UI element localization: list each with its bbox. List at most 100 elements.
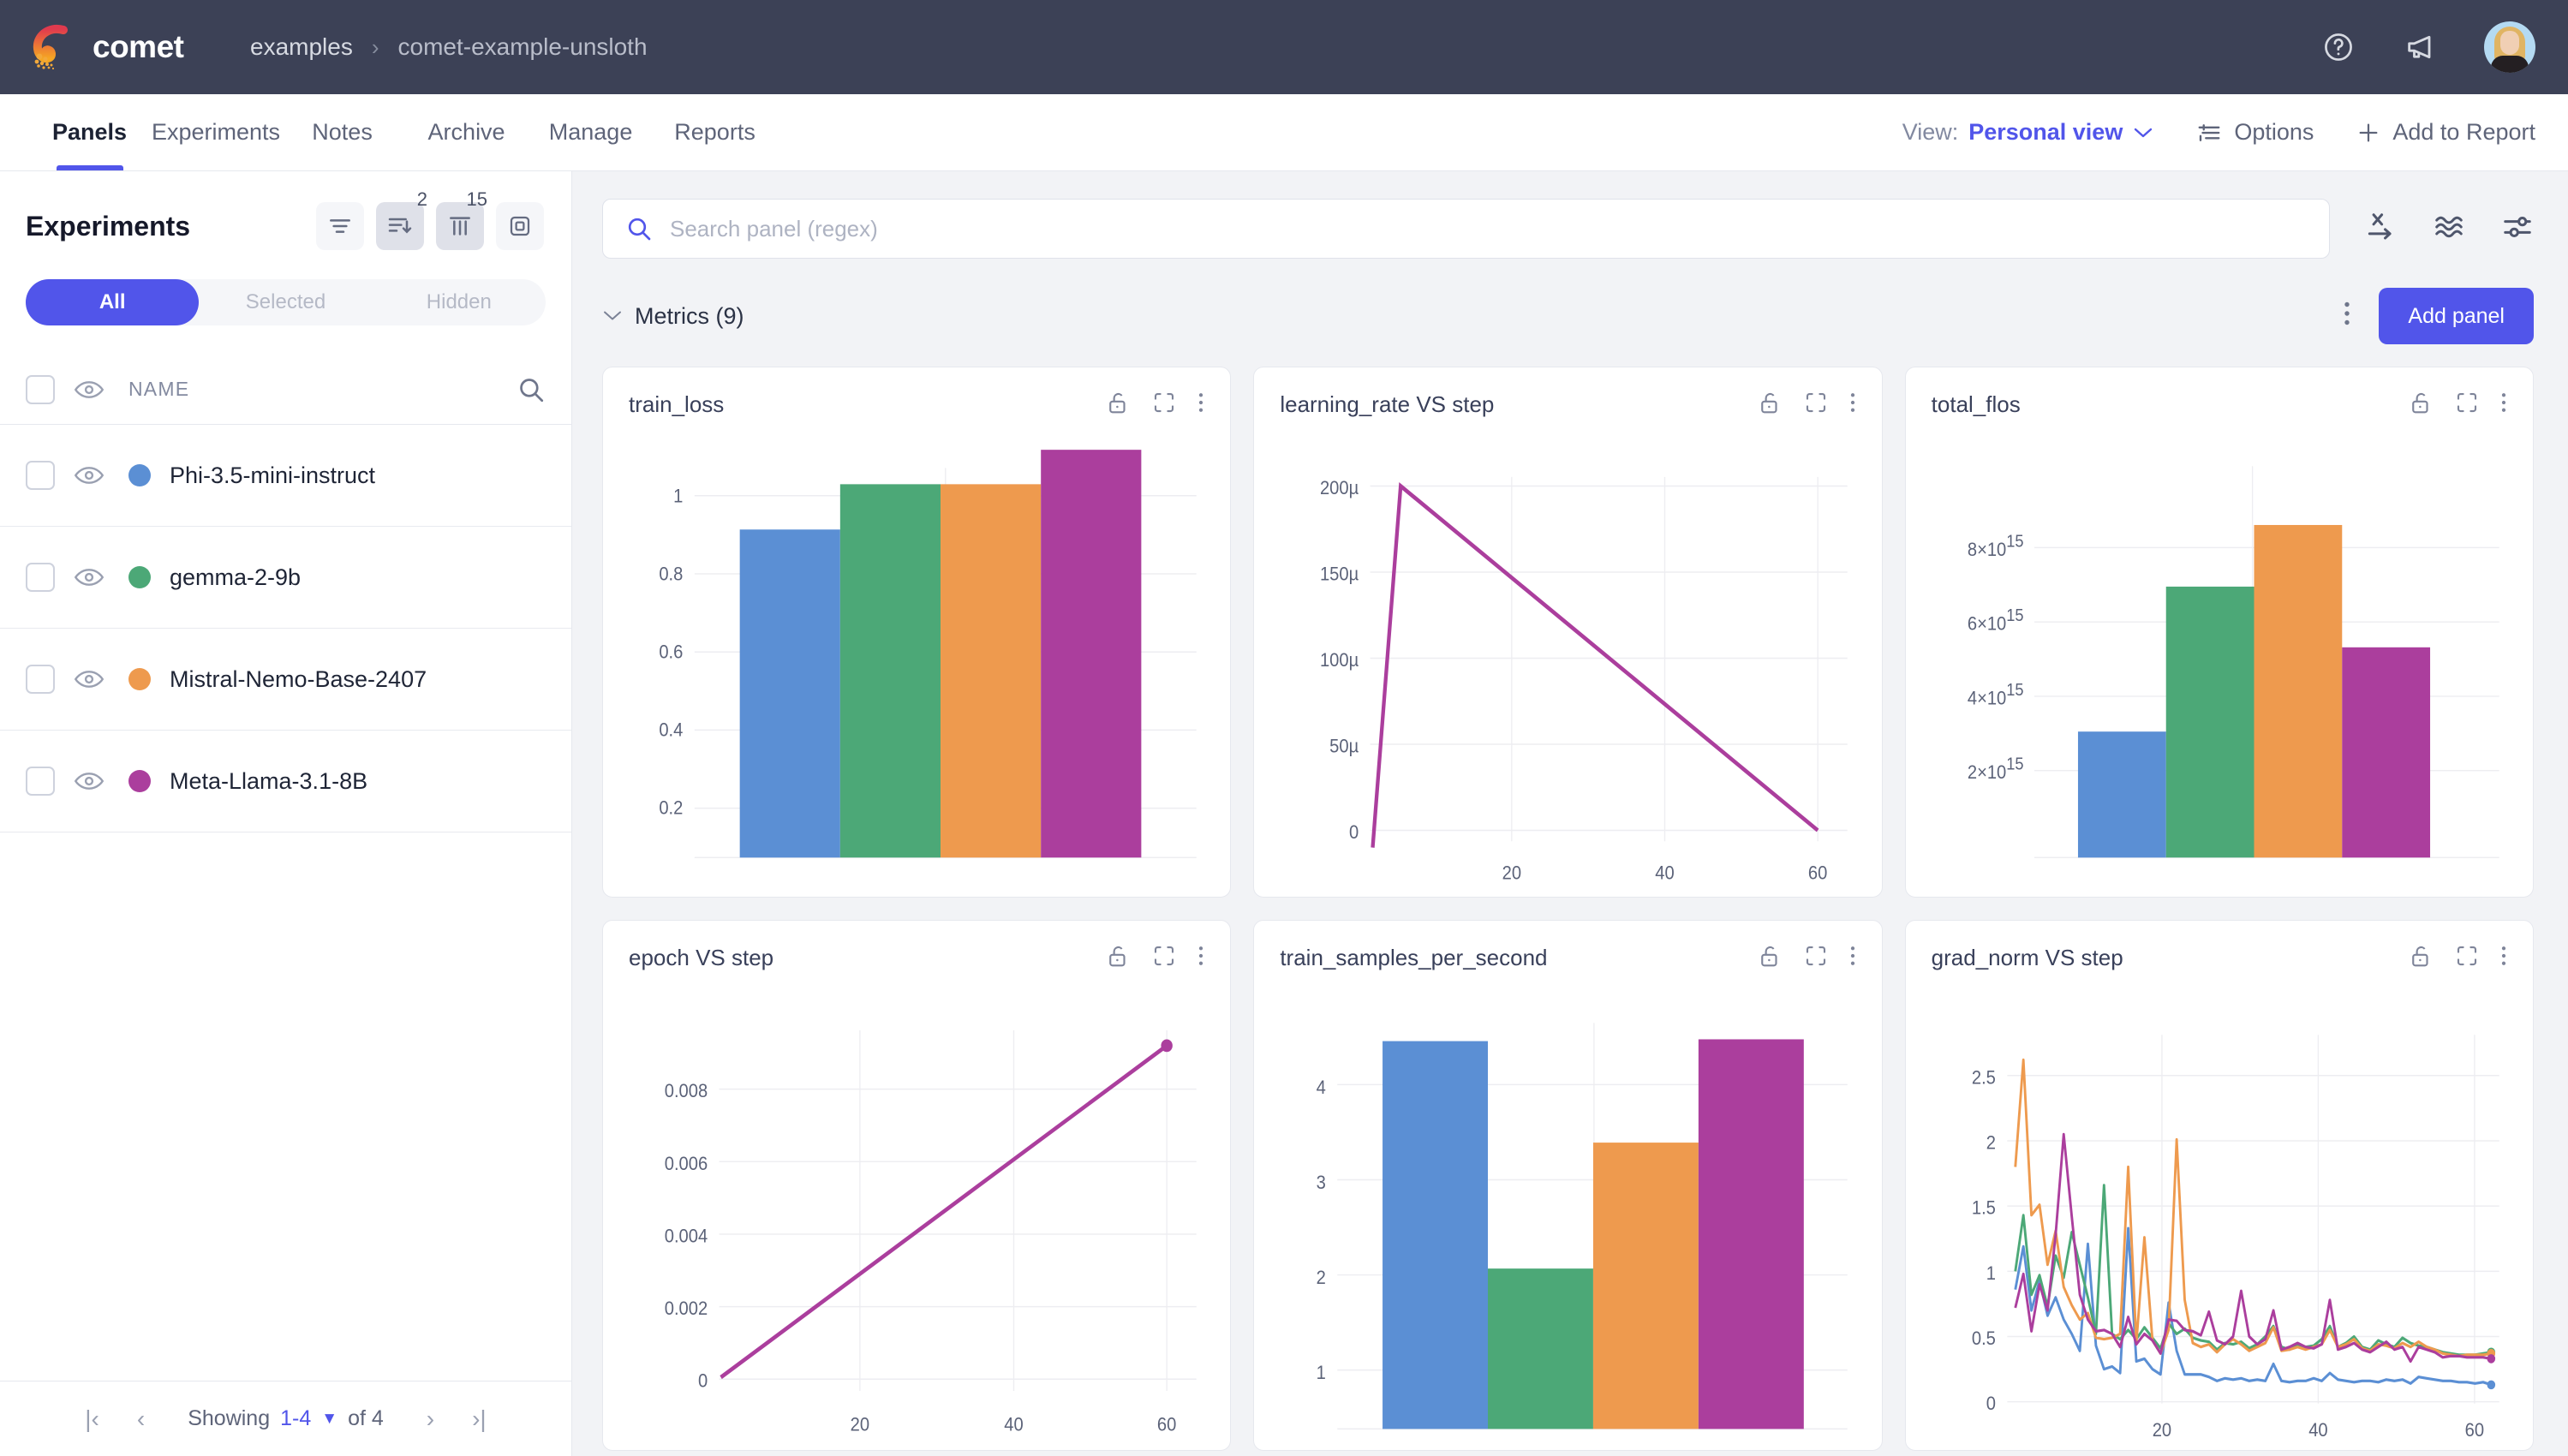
chevron-down-icon[interactable] (602, 305, 623, 327)
chart-grad-norm[interactable]: 2.5 2 1.5 1 0.5 0 20 40 60 (1932, 985, 2507, 1438)
megaphone-icon[interactable] (2402, 28, 2440, 66)
chart-epoch[interactable]: 0.008 0.006 0.004 0.002 0 20 40 60 (629, 985, 1204, 1438)
view-selector[interactable]: View: Personal view (1902, 119, 2154, 146)
column-header-name: NAME (128, 378, 189, 401)
y-axis-labels: 1 0.8 0.6 0.4 0.2 (659, 486, 683, 819)
experiment-name[interactable]: Phi-3.5-mini-instruct (170, 462, 375, 489)
eye-icon[interactable] (74, 379, 110, 400)
last-page-button[interactable]: ›| (453, 1405, 505, 1433)
tab-panels[interactable]: Panels (27, 94, 152, 170)
experiment-color-dot (128, 464, 151, 486)
comet-logo[interactable]: comet (29, 22, 200, 72)
x-axis-icon[interactable] (2364, 211, 2397, 248)
svg-text:0.006: 0.006 (665, 1154, 708, 1174)
sort-icon[interactable]: 2 (376, 202, 424, 250)
kebab-menu-icon[interactable] (1197, 390, 1204, 420)
panel-header: learning_rate VS step (1280, 390, 1855, 420)
columns-icon[interactable]: 15 (436, 202, 484, 250)
panel-icons (2408, 943, 2507, 973)
svg-text:2.5: 2.5 (1972, 1067, 1996, 1088)
panel-title: train_loss (629, 391, 724, 418)
expand-icon[interactable] (1803, 390, 1829, 420)
chart-total-flos[interactable]: 8×1015 6×1015 4×1015 2×1015 (1932, 432, 2507, 885)
options-button[interactable]: Options (2196, 119, 2314, 146)
panel-icons (1105, 943, 1204, 973)
lock-open-icon[interactable] (1105, 390, 1131, 420)
kebab-menu-icon[interactable] (2500, 943, 2507, 973)
add-to-report-button[interactable]: Add to Report (2356, 119, 2535, 146)
svg-text:3: 3 (1317, 1173, 1326, 1193)
lock-open-icon[interactable] (2408, 390, 2434, 420)
eye-icon[interactable] (74, 771, 110, 791)
filter-icon[interactable] (316, 202, 364, 250)
y-axis-labels: 8×1015 6×1015 4×1015 2×1015 (1968, 533, 2024, 784)
lock-open-icon[interactable] (1757, 390, 1783, 420)
expand-icon[interactable] (1151, 943, 1177, 973)
columns-badge: 15 (467, 188, 487, 211)
tab-panels-label: Panels (52, 119, 127, 146)
chart-train-samples-per-second[interactable]: 4 3 2 1 (1280, 985, 1855, 1438)
eye-icon[interactable] (74, 465, 110, 486)
experiment-name[interactable]: Meta-Llama-3.1-8B (170, 768, 367, 795)
first-page-button[interactable]: |‹ (66, 1405, 118, 1433)
experiment-name[interactable]: Mistral-Nemo-Base-2407 (170, 666, 427, 693)
panel-title: train_samples_per_second (1280, 945, 1547, 971)
kebab-menu-icon[interactable] (2500, 390, 2507, 420)
lock-open-icon[interactable] (1105, 943, 1131, 973)
row-checkbox[interactable] (26, 563, 55, 592)
chart-learning-rate[interactable]: 200µ 150µ 100µ 50µ 0 20 40 60 (1280, 432, 1855, 885)
experiment-row[interactable]: Mistral-Nemo-Base-2407 (0, 629, 571, 731)
series-epoch-endpoint (1161, 1039, 1172, 1052)
sidebar-search-icon[interactable] (517, 375, 546, 404)
group-icon[interactable] (496, 202, 544, 250)
panel-title: learning_rate VS step (1280, 391, 1494, 418)
caret-down-icon[interactable]: ▼ (321, 1410, 337, 1429)
lock-open-icon[interactable] (1757, 943, 1783, 973)
settings-sliders-icon[interactable] (2501, 211, 2534, 248)
experiment-name[interactable]: gemma-2-9b (170, 564, 301, 591)
expand-icon[interactable] (2454, 390, 2480, 420)
tab-experiments[interactable]: Experiments (152, 94, 280, 170)
eye-icon[interactable] (74, 567, 110, 588)
expand-icon[interactable] (2454, 943, 2480, 973)
page-range[interactable]: 1-4 (280, 1406, 311, 1431)
smoothing-icon[interactable] (2433, 211, 2465, 248)
row-checkbox[interactable] (26, 461, 55, 490)
tab-archive[interactable]: Archive (404, 94, 529, 170)
kebab-menu-icon[interactable] (1849, 390, 1856, 420)
select-all-checkbox[interactable] (26, 375, 55, 404)
y-axis-labels: 4 3 2 1 (1317, 1077, 1326, 1383)
experiment-row[interactable]: Phi-3.5-mini-instruct (0, 425, 571, 527)
experiment-row[interactable]: gemma-2-9b (0, 527, 571, 629)
prev-page-button[interactable]: ‹ (118, 1405, 164, 1433)
kebab-menu-icon[interactable] (2343, 298, 2351, 334)
sliders-icon (2196, 120, 2222, 146)
expand-icon[interactable] (1151, 390, 1177, 420)
tab-notes[interactable]: Notes (280, 94, 404, 170)
tab-experiments-label: Experiments (152, 119, 280, 146)
row-checkbox[interactable] (26, 665, 55, 694)
segment-hidden[interactable]: Hidden (373, 279, 546, 325)
expand-icon[interactable] (1803, 943, 1829, 973)
segment-selected[interactable]: Selected (199, 279, 372, 325)
segment-all[interactable]: All (26, 279, 199, 325)
add-panel-button[interactable]: Add panel (2379, 288, 2534, 344)
tab-reports[interactable]: Reports (653, 94, 777, 170)
breadcrumb-project[interactable]: comet-example-unsloth (398, 33, 648, 61)
breadcrumb-workspace[interactable]: examples (250, 33, 353, 61)
tab-manage[interactable]: Manage (529, 94, 653, 170)
kebab-menu-icon[interactable] (1849, 943, 1856, 973)
lock-open-icon[interactable] (2408, 943, 2434, 973)
experiment-row[interactable]: Meta-Llama-3.1-8B (0, 731, 571, 832)
chart-train-loss[interactable]: 1 0.8 0.6 0.4 0.2 (629, 432, 1204, 885)
search-panel-box[interactable]: Search panel (regex) (602, 199, 2330, 259)
next-page-button[interactable]: › (408, 1405, 453, 1433)
search-input[interactable]: Search panel (regex) (670, 216, 878, 242)
panels-grid: train_loss (572, 344, 2568, 1451)
kebab-menu-icon[interactable] (1197, 943, 1204, 973)
x-axis-labels: 20 40 60 (1502, 863, 1828, 884)
help-circle-icon[interactable] (2320, 28, 2357, 66)
user-avatar[interactable] (2484, 21, 2535, 73)
row-checkbox[interactable] (26, 767, 55, 796)
eye-icon[interactable] (74, 669, 110, 689)
